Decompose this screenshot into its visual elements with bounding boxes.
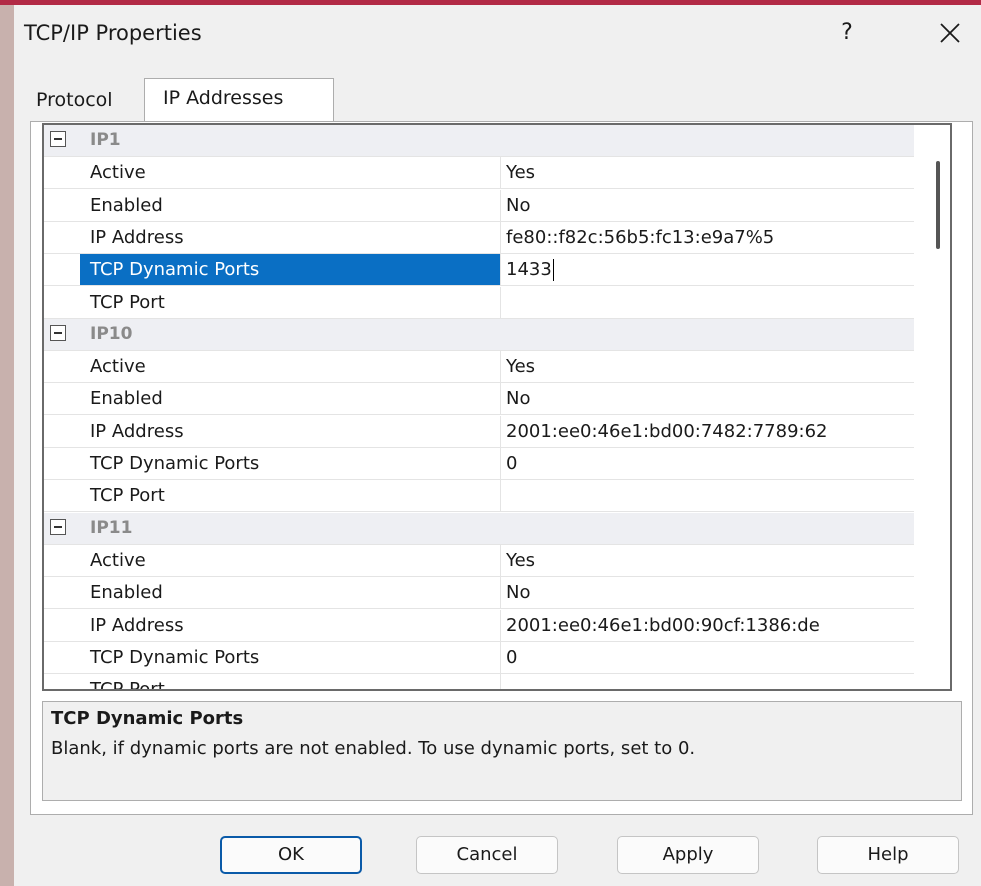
property-value-text: No: [506, 582, 531, 604]
property-value: No: [506, 383, 530, 414]
property-value-text: Yes: [506, 549, 536, 571]
collapse-icon[interactable]: [50, 518, 66, 535]
property-name: TCP Port: [80, 480, 501, 512]
property-value-text: No: [506, 388, 531, 410]
description-title: TCP Dynamic Ports: [51, 708, 244, 729]
description-panel: TCP Dynamic Ports Blank, if dynamic port…: [42, 701, 962, 801]
property-name: Enabled: [80, 383, 501, 415]
tab-ip-addresses[interactable]: IP Addresses: [144, 78, 334, 122]
property-name: TCP Dynamic Ports: [80, 641, 501, 673]
property-row[interactable]: TCP Port: [44, 674, 914, 689]
property-grid[interactable]: IP1 Active Yes Enabled No IP Address fe80::f82…: [42, 123, 952, 691]
group-label: IP11: [90, 517, 133, 538]
property-row[interactable]: Active Yes: [44, 157, 914, 190]
property-row[interactable]: TCP Port: [44, 480, 914, 513]
group-header[interactable]: IP11: [44, 512, 914, 545]
property-value: 2001:ee0:46e1:bd00:90cf:1386:de: [506, 610, 820, 641]
cancel-button[interactable]: Cancel: [416, 836, 558, 874]
property-value-text: 0: [506, 646, 518, 668]
property-value-text: fe80::f82c:56b5:fc13:e9a7%5: [506, 226, 775, 248]
property-value-text: 2001:ee0:46e1:bd00:7482:7789:62: [506, 420, 828, 442]
property-value: No: [506, 577, 530, 608]
group-header[interactable]: IP10: [44, 318, 914, 351]
property-value: Yes: [506, 157, 535, 188]
group-label: IP1: [90, 130, 121, 150]
property-row[interactable]: Active Yes: [44, 351, 914, 384]
property-value-input[interactable]: 1433: [506, 254, 554, 285]
property-row[interactable]: Enabled No: [44, 189, 914, 222]
property-name: IP Address: [80, 415, 501, 447]
property-value-text: Yes: [506, 162, 536, 184]
scrollbar-thumb[interactable]: [936, 161, 940, 249]
property-name: TCP Dynamic Ports: [80, 254, 501, 286]
property-name: Active: [80, 157, 501, 189]
property-value-text: 1433: [506, 259, 552, 281]
property-name: IP Address: [80, 221, 501, 253]
property-row[interactable]: TCP Dynamic Ports 0: [44, 641, 914, 674]
property-name: Active: [80, 351, 501, 383]
property-row[interactable]: TCP Dynamic Ports 1433: [44, 254, 914, 287]
help-title-button[interactable]: ?: [832, 15, 862, 51]
title-bar: TCP/IP Properties ?: [14, 5, 981, 63]
desktop-background: [0, 0, 14, 886]
help-button[interactable]: Help: [817, 836, 959, 874]
property-value: No: [506, 190, 530, 221]
property-value: 0: [506, 448, 517, 479]
property-row[interactable]: TCP Dynamic Ports 0: [44, 448, 914, 480]
property-name: Enabled: [80, 577, 501, 609]
property-value: 0: [506, 642, 517, 673]
property-name: TCP Dynamic Ports: [80, 448, 501, 479]
property-name: Active: [80, 544, 501, 576]
ok-button[interactable]: OK: [220, 836, 362, 874]
close-button[interactable]: [932, 15, 968, 51]
property-name: TCP Port: [80, 674, 501, 689]
group-header[interactable]: IP1: [44, 125, 914, 157]
property-row[interactable]: IP Address 2001:ee0:46e1:bd00:7482:7789:6…: [44, 415, 914, 448]
vertical-scrollbar[interactable]: [930, 125, 950, 689]
property-row[interactable]: IP Address 2001:ee0:46e1:bd00:90cf:1386:d…: [44, 609, 914, 642]
window-title: TCP/IP Properties: [24, 21, 202, 45]
property-value: Yes: [506, 545, 535, 576]
property-row[interactable]: Enabled No: [44, 577, 914, 610]
text-caret: [552, 259, 554, 282]
tcpip-properties-dialog: TCP/IP Properties ? Protocol IP Addresse…: [14, 5, 981, 886]
property-value-text: Yes: [506, 356, 536, 378]
property-value: fe80::f82c:56b5:fc13:e9a7%5: [506, 222, 774, 253]
tab-protocol[interactable]: Protocol: [36, 89, 113, 111]
property-value-text: No: [506, 194, 531, 216]
property-row[interactable]: Active Yes: [44, 544, 914, 577]
property-row[interactable]: TCP Port: [44, 286, 914, 319]
property-value-text: 2001:ee0:46e1:bd00:90cf:1386:de: [506, 614, 820, 636]
collapse-icon[interactable]: [50, 324, 66, 341]
property-row[interactable]: IP Address fe80::f82c:56b5:fc13:e9a7%5: [44, 221, 914, 254]
property-value: 2001:ee0:46e1:bd00:7482:7789:62: [506, 416, 828, 447]
property-value-text: 0: [506, 453, 518, 474]
property-value: Yes: [506, 351, 535, 382]
property-row[interactable]: Enabled No: [44, 383, 914, 416]
close-icon: [940, 23, 960, 43]
property-name: IP Address: [80, 609, 501, 641]
property-name: TCP Port: [80, 286, 501, 318]
collapse-icon[interactable]: [50, 131, 66, 147]
apply-button[interactable]: Apply: [617, 836, 759, 874]
property-name: Enabled: [80, 189, 501, 221]
group-label: IP10: [90, 323, 133, 344]
description-text: Blank, if dynamic ports are not enabled.…: [51, 738, 696, 759]
